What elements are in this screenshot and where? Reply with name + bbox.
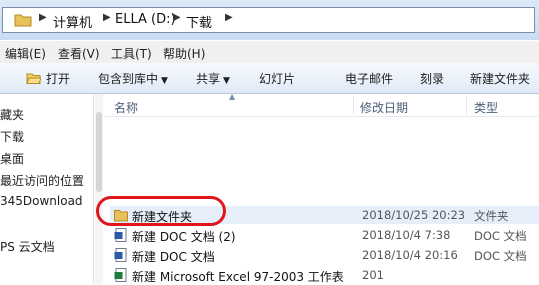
file-row[interactable]: 新建 DOC 文档 2018/10/4 20:16 DOC 文档 [110, 246, 539, 264]
slideshow-button[interactable]: 幻灯片 [259, 70, 295, 87]
column-header-type[interactable]: 类型 [474, 99, 498, 116]
file-type: DOC 文档 [474, 249, 527, 263]
open-button[interactable]: 打开 [46, 70, 70, 87]
nav-item-recent-places[interactable]: 最近访问的位置 [0, 172, 84, 189]
burn-button[interactable]: 刻录 [420, 70, 444, 87]
menu-help[interactable]: 帮助(H) [163, 45, 205, 62]
dropdown-arrow-icon: ▼ [161, 76, 168, 86]
column-header-row: 名称 修改日期 类型 [104, 94, 539, 117]
share-label: 共享 [196, 72, 221, 86]
nav-item-desktop[interactable]: 桌面 [0, 150, 24, 167]
file-modified: 2018/10/4 20:16 [362, 248, 458, 262]
doc-file-icon [114, 228, 127, 242]
file-row[interactable]: 新建 Microsoft Excel 97-2003 工作表 201 [110, 266, 539, 284]
chevron-right-icon[interactable]: ▶ [39, 12, 47, 23]
folder-icon [14, 14, 32, 27]
file-modified: 201 [362, 268, 384, 282]
file-row[interactable]: 新建 DOC 文档 (2) 2018/10/4 7:38 DOC 文档 [110, 226, 539, 244]
navigation-pane: 藏夹 下载 桌面 最近访问的位置 345Download PS 云文档 [0, 94, 94, 284]
menu-edit[interactable]: 编辑(E) [5, 45, 46, 62]
column-header-name[interactable]: 名称 [114, 99, 138, 116]
share-button[interactable]: 共享 ▼ [196, 70, 230, 87]
address-bar[interactable]: ▶ 计算机 ▶ ELLA (D:) ▶ 下载 ▶ [2, 7, 535, 33]
doc-file-icon [114, 248, 127, 262]
new-folder-button[interactable]: 新建文件夹 [470, 70, 530, 87]
nav-item-ps-cloud-docs[interactable]: PS 云文档 [0, 238, 55, 255]
column-divider[interactable] [466, 96, 467, 114]
file-modified: 2018/10/4 7:38 [362, 228, 451, 242]
include-in-library-label: 包含到库中 [98, 72, 159, 86]
column-divider[interactable] [353, 96, 354, 114]
command-toolbar: 打开 包含到库中 ▼ 共享 ▼ 幻灯片 电子邮件 刻录 新建文件夹 [0, 63, 539, 94]
highlight-annotation [96, 196, 226, 226]
breadcrumb-computer[interactable]: 计算机 [53, 12, 92, 31]
nav-item-favorites[interactable]: 藏夹 [0, 106, 24, 123]
file-modified: 2018/10/25 20:23 [362, 208, 466, 222]
nav-item-downloads[interactable]: 下载 [0, 128, 24, 145]
nav-item-345download[interactable]: 345Download [0, 194, 83, 208]
menu-tools[interactable]: 工具(T) [111, 45, 152, 62]
file-name: 新建 DOC 文档 [132, 250, 215, 264]
chevron-right-icon[interactable]: ▶ [173, 12, 181, 23]
menu-view[interactable]: 查看(V) [58, 45, 100, 62]
address-bar-area: ▶ 计算机 ▶ ELLA (D:) ▶ 下载 ▶ [0, 0, 539, 40]
file-type: 文件夹 [474, 209, 509, 223]
file-name: 新建 DOC 文档 (2) [132, 230, 236, 244]
chevron-right-icon[interactable]: ▶ [103, 12, 111, 23]
file-name: 新建 Microsoft Excel 97-2003 工作表 [132, 270, 344, 284]
email-button[interactable]: 电子邮件 [345, 70, 393, 87]
open-icon[interactable] [26, 71, 41, 85]
chevron-right-icon[interactable]: ▶ [225, 12, 233, 23]
file-type: DOC 文档 [474, 229, 527, 243]
include-in-library-button[interactable]: 包含到库中 ▼ [98, 70, 168, 87]
breadcrumb-downloads[interactable]: 下载 [186, 12, 212, 31]
sort-ascending-icon: ▲ [229, 92, 236, 101]
breadcrumb-drive[interactable]: ELLA (D:) [115, 12, 176, 27]
column-header-modified[interactable]: 修改日期 [360, 99, 408, 116]
menu-bar: 编辑(E) 查看(V) 工具(T) 帮助(H) [0, 41, 539, 64]
nav-scrollbar-thumb[interactable] [96, 112, 102, 192]
excel-file-icon [114, 268, 127, 282]
dropdown-arrow-icon: ▼ [223, 76, 230, 86]
